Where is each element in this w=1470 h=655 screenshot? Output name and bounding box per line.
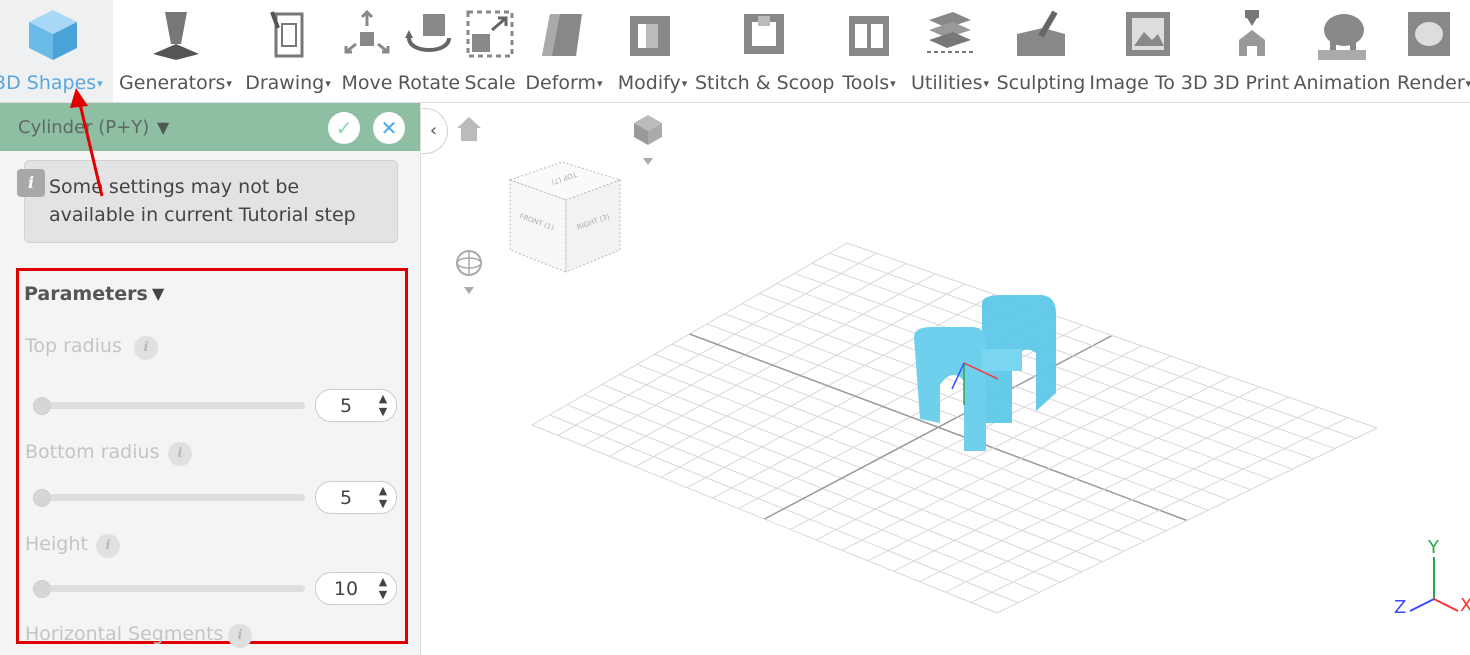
info-icon[interactable]: i [96, 534, 120, 558]
move-icon [344, 9, 390, 54]
utilities-icon [927, 12, 973, 53]
tool-sculpting[interactable]: Sculpting [995, 0, 1087, 102]
panel-header: Cylinder (P+Y) ▼ ✓ ✕ [0, 103, 420, 151]
cancel-button[interactable]: ✕ [373, 112, 405, 144]
parameters-section-title[interactable]: Parameters [24, 283, 148, 305]
tool-image-to-3d[interactable]: Image To 3D [1087, 0, 1210, 102]
3d-viewport[interactable]: ‹ TOP (7) FRONT (1) RIGHT (3) Y X Z [422, 103, 1470, 655]
bottom-radius-stepper[interactable]: 5 ▲ ▼ [315, 481, 397, 514]
top-radius-slider[interactable] [33, 402, 305, 409]
main-toolbar: 3D Shapes▾ Generators▾ Drawing▾ Move Rot… [0, 0, 1470, 103]
stitch-scoop-icon [744, 14, 784, 54]
top-radius-value[interactable]: 5 [316, 395, 376, 417]
panel-title-dropdown-icon[interactable]: ▼ [157, 118, 169, 137]
tool-rotate[interactable]: Rotate [396, 0, 462, 102]
stepper-arrows-icon[interactable]: ▲ ▼ [376, 575, 390, 601]
param-label-height: Height [25, 533, 88, 555]
3d-print-icon [1239, 10, 1265, 56]
tools-icon [849, 16, 889, 56]
scale-icon [466, 10, 514, 58]
height-value[interactable]: 10 [316, 578, 376, 600]
tool-panel: Cylinder (P+Y) ▼ ✓ ✕ i Some settings may… [0, 103, 421, 655]
tool-generators[interactable]: Generators▾ [113, 0, 238, 102]
grid-line [811, 262, 1335, 450]
height-slider[interactable] [33, 585, 305, 592]
grid-line [829, 252, 1357, 439]
render-icon [1408, 12, 1450, 56]
top-radius-slider-handle[interactable] [33, 397, 51, 415]
panel-title[interactable]: Cylinder (P+Y) [18, 117, 149, 138]
stepper-arrows-icon[interactable]: ▲ ▼ [376, 484, 390, 510]
tool-utilities[interactable]: Utilities▾ [905, 0, 995, 102]
tool-render[interactable]: Render▾ [1392, 0, 1470, 102]
tool-label: 3D Shapes [0, 72, 97, 94]
rotate-icon [405, 14, 451, 52]
parameters-collapse-icon[interactable]: ▼ [152, 284, 164, 303]
animation-icon [1318, 14, 1366, 60]
tool-drawing[interactable]: Drawing▾ [238, 0, 338, 102]
tool-stitch-scoop[interactable]: Stitch & Scoop [695, 0, 834, 102]
deform-icon [542, 14, 582, 56]
notice-text: Some settings may not be available in cu… [49, 176, 356, 226]
tool-3d-print[interactable]: 3D Print [1210, 0, 1292, 102]
tool-scale[interactable]: Scale [462, 0, 518, 102]
drawing-icon [270, 11, 304, 58]
param-label-top-radius: Top radius [25, 335, 122, 357]
height-slider-handle[interactable] [33, 580, 51, 598]
info-icon[interactable]: i [168, 442, 192, 466]
sculpting-icon [1017, 10, 1065, 56]
tool-move[interactable]: Move [338, 0, 396, 102]
axis-gizmo: Y X Z [1394, 537, 1470, 618]
stepper-arrows-icon[interactable]: ▲ ▼ [376, 392, 390, 418]
axis-label-z: Z [1394, 597, 1406, 618]
cube-icon [29, 10, 77, 60]
tool-modify[interactable]: Modify▾ [610, 0, 695, 102]
bottom-radius-slider[interactable] [33, 494, 305, 501]
param-label-bottom-radius: Bottom radius [25, 441, 160, 463]
tool-animation[interactable]: Animation [1292, 0, 1392, 102]
generator-icon [153, 12, 199, 60]
tutorial-notice: i Some settings may not be available in … [17, 160, 398, 243]
param-label-horizontal-segments: Horizontal Segments [25, 623, 224, 645]
image-to-3d-icon [1126, 12, 1170, 56]
axis-label-y: Y [1427, 537, 1440, 558]
info-icon: i [17, 169, 45, 197]
tool-tools[interactable]: Tools▾ [833, 0, 905, 102]
bottom-radius-value[interactable]: 5 [316, 487, 376, 509]
confirm-button[interactable]: ✓ [328, 112, 360, 144]
tool-3d-shapes[interactable]: 3D Shapes▾ [0, 0, 113, 102]
top-radius-stepper[interactable]: 5 ▲ ▼ [315, 389, 397, 422]
bottom-radius-slider-handle[interactable] [33, 489, 51, 507]
height-stepper[interactable]: 10 ▲ ▼ [315, 572, 397, 605]
modify-icon [630, 16, 670, 56]
info-icon[interactable]: i [228, 624, 252, 648]
info-icon[interactable]: i [134, 336, 158, 360]
axis-label-x: X [1460, 595, 1470, 616]
grid-line [996, 427, 1378, 614]
3d-model-shape[interactable] [912, 293, 1062, 453]
tool-deform[interactable]: Deform▾ [518, 0, 610, 102]
